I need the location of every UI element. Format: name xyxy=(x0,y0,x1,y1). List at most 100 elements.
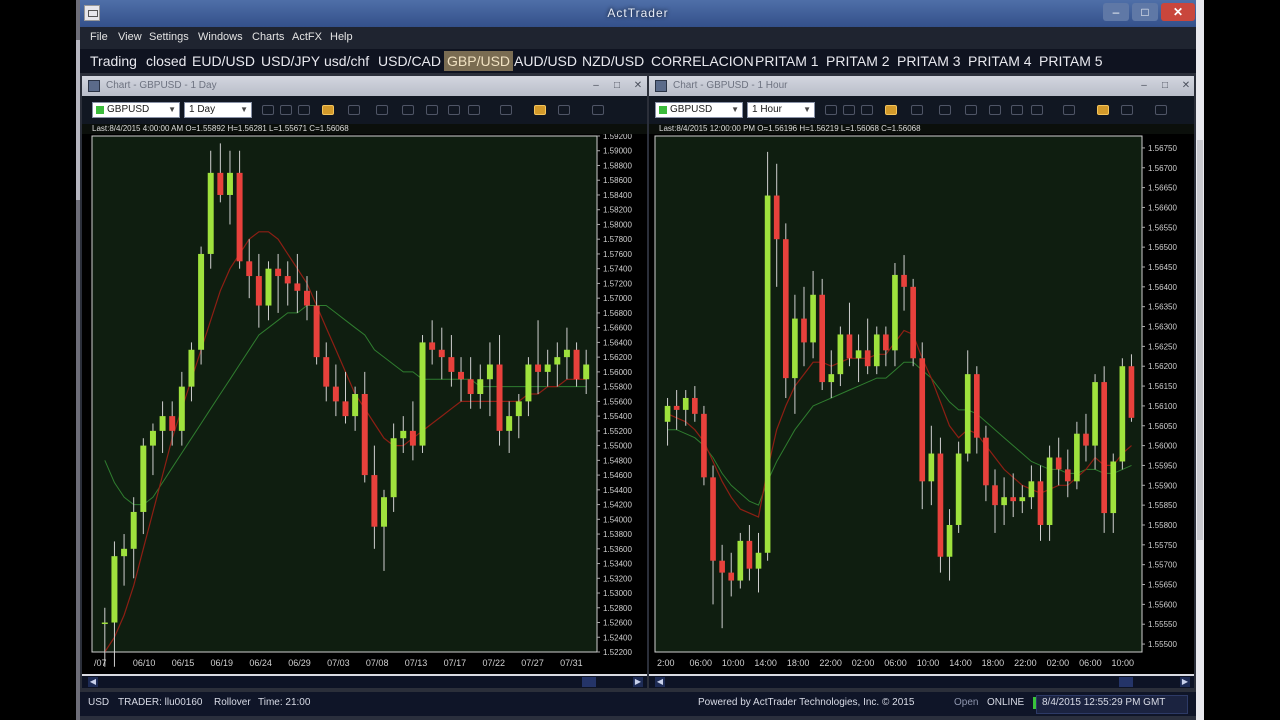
tab-aud-usd[interactable]: AUD/USD xyxy=(514,51,577,71)
chart-type-icon[interactable] xyxy=(965,105,977,115)
chart-window-title: Chart - GBPUSD - 1 Hour xyxy=(673,80,788,91)
price-tick-label: 1.54400 xyxy=(603,486,632,495)
chart-horizontal-scrollbar[interactable]: ◀ ▶ xyxy=(82,676,647,688)
scroll-left-icon[interactable]: ◀ xyxy=(88,677,98,687)
cursor-tool-icon[interactable] xyxy=(885,105,897,115)
bearish-candle xyxy=(169,416,176,431)
panel-close-button[interactable]: ✕ xyxy=(631,79,645,93)
page-scrollbar-thumb[interactable] xyxy=(1197,140,1203,540)
tab-pritam-5[interactable]: PRITAM 5 xyxy=(1039,51,1103,71)
timeframe-select[interactable]: 1 Day ▼ xyxy=(184,102,252,118)
date-tick-label: 2:00 xyxy=(657,658,675,668)
cursor-tool-icon[interactable] xyxy=(322,105,334,115)
chart-type-icon[interactable] xyxy=(402,105,414,115)
bullish-candle xyxy=(207,172,214,254)
scroll-right-icon[interactable]: ▶ xyxy=(1180,677,1190,687)
print-icon[interactable] xyxy=(426,105,438,115)
tab-usd-chf[interactable]: usd/chf xyxy=(324,51,369,71)
maximize-button[interactable]: □ xyxy=(1132,3,1158,21)
bullish-candle xyxy=(477,379,484,394)
minimize-button[interactable]: – xyxy=(1103,3,1129,21)
crosshair-icon[interactable] xyxy=(911,105,923,115)
chart-area-daily[interactable]: 1.59200 1.59000 1.58800 1.58600 1.58400 1.582… xyxy=(82,134,647,674)
bullish-candle xyxy=(828,374,835,383)
line-tool-icon[interactable] xyxy=(500,105,512,115)
tab-closed[interactable]: closed xyxy=(146,51,186,71)
ohlc-info-text: Last:8/4/2015 4:00:00 AM O=1.55892 H=1.5… xyxy=(92,124,349,133)
scroll-knob[interactable] xyxy=(582,677,596,687)
tab-nzd-usd[interactable]: NZD/USD xyxy=(582,51,644,71)
copy-icon[interactable] xyxy=(448,105,460,115)
chart-horizontal-scrollbar[interactable]: ◀ ▶ xyxy=(649,676,1194,688)
menu-help[interactable]: Help xyxy=(330,31,353,43)
daily-candle-chart[interactable]: 1.59200 1.59000 1.58800 1.58600 1.58400 1.582… xyxy=(82,134,647,674)
menu-charts[interactable]: Charts xyxy=(252,31,284,43)
price-tick-label: 1.56800 xyxy=(603,309,632,318)
draw-tool-icon[interactable] xyxy=(534,105,546,115)
draw-tool-icon[interactable] xyxy=(1097,105,1109,115)
tab-pritam-3[interactable]: PRITAM 3 xyxy=(897,51,961,71)
menu-settings[interactable]: Settings xyxy=(149,31,189,43)
tab-trading[interactable]: Trading xyxy=(90,51,137,71)
menu-file[interactable]: File xyxy=(90,31,108,43)
zoom-out-icon[interactable] xyxy=(843,105,855,115)
price-tick-label: 1.53600 xyxy=(603,545,632,554)
tab-correlacion[interactable]: CORRELACION xyxy=(651,51,754,71)
panel-minimize-button[interactable]: – xyxy=(589,79,603,93)
title-bar: ActTrader – □ ✕ xyxy=(80,0,1196,27)
page-scrollbar[interactable] xyxy=(1196,0,1204,720)
date-tick-label: 10:00 xyxy=(1112,658,1135,668)
panel-minimize-button[interactable]: – xyxy=(1137,79,1151,93)
copy-icon[interactable] xyxy=(1011,105,1023,115)
menu-view[interactable]: View xyxy=(118,31,142,43)
save-icon[interactable] xyxy=(1031,105,1043,115)
scroll-knob[interactable] xyxy=(1119,677,1133,687)
tab-pritam-1[interactable]: PRITAM 1 xyxy=(755,51,819,71)
bullish-candle xyxy=(101,622,108,625)
indicators-icon[interactable] xyxy=(939,105,951,115)
settings-icon[interactable] xyxy=(1155,105,1167,115)
chart-area-hourly[interactable]: 1.56750 1.56700 1.56650 1.56600 1.56550 1.565… xyxy=(649,134,1194,674)
color-tool-icon[interactable] xyxy=(1121,105,1133,115)
bearish-candle xyxy=(284,276,291,284)
line-tool-icon[interactable] xyxy=(1063,105,1075,115)
hourly-candle-chart[interactable]: 1.56750 1.56700 1.56650 1.56600 1.56550 1.565… xyxy=(649,134,1194,674)
symbol-select[interactable]: GBPUSD ▼ xyxy=(655,102,743,118)
save-icon[interactable] xyxy=(468,105,480,115)
crosshair-icon[interactable] xyxy=(348,105,360,115)
color-tool-icon[interactable] xyxy=(558,105,570,115)
plot-area xyxy=(91,135,598,653)
zoom-fit-icon[interactable] xyxy=(861,105,873,115)
panel-maximize-button[interactable]: □ xyxy=(1158,79,1172,93)
zoom-in-icon[interactable] xyxy=(262,105,274,115)
menu-windows[interactable]: Windows xyxy=(198,31,243,43)
bearish-candle xyxy=(246,261,253,277)
tab-usd-jpy[interactable]: USD/JPY xyxy=(261,51,320,71)
tab-gbp-usd[interactable]: GBP/USD xyxy=(444,51,514,71)
date-tick-label: 02:00 xyxy=(852,658,875,668)
bullish-candle xyxy=(140,445,147,512)
bearish-candle xyxy=(973,374,980,438)
bullish-candle xyxy=(837,334,844,375)
symbol-select[interactable]: GBPUSD ▼ xyxy=(92,102,180,118)
indicators-icon[interactable] xyxy=(376,105,388,115)
date-tick-label: 10:00 xyxy=(917,658,940,668)
zoom-out-icon[interactable] xyxy=(280,105,292,115)
settings-icon[interactable] xyxy=(592,105,604,115)
close-button[interactable]: ✕ xyxy=(1161,3,1195,21)
zoom-in-icon[interactable] xyxy=(825,105,837,115)
scroll-right-icon[interactable]: ▶ xyxy=(633,677,643,687)
tab-pritam-2[interactable]: PRITAM 2 xyxy=(826,51,890,71)
timeframe-select[interactable]: 1 Hour ▼ xyxy=(747,102,815,118)
price-tick-label: 1.57400 xyxy=(603,265,632,274)
tab-pritam-4[interactable]: PRITAM 4 xyxy=(968,51,1032,71)
scroll-left-icon[interactable]: ◀ xyxy=(655,677,665,687)
tab-usd-cad[interactable]: USD/CAD xyxy=(378,51,441,71)
bearish-candle xyxy=(883,334,889,351)
panel-close-button[interactable]: ✕ xyxy=(1179,79,1193,93)
panel-maximize-button[interactable]: □ xyxy=(610,79,624,93)
zoom-fit-icon[interactable] xyxy=(298,105,310,115)
tab-eud-usd[interactable]: EUD/USD xyxy=(192,51,255,71)
menu-actfx[interactable]: ActFX xyxy=(292,31,322,43)
print-icon[interactable] xyxy=(989,105,1001,115)
